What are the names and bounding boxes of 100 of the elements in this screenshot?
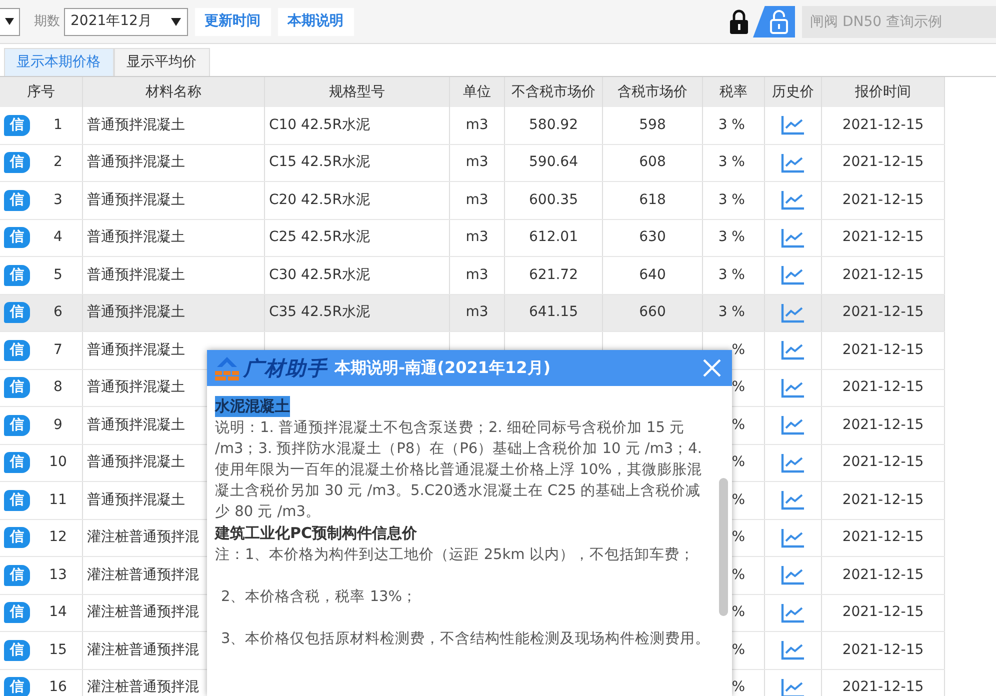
row-number: 5 (52, 266, 64, 285)
info-badge[interactable]: 信 (4, 414, 30, 436)
row-number: 4 (52, 228, 64, 248)
material-name: 普通预拌混凝土 (87, 228, 185, 248)
info-badge[interactable]: 信 (4, 452, 30, 474)
table-cell-text: 618 (639, 190, 666, 210)
table-row[interactable]: 信 2 普通预拌混凝土 C15 42.5R水泥 m3 590.64 608 3 % 2021-12-15 (0, 144, 945, 182)
scrollbar-thumb[interactable] (719, 478, 728, 616)
table-cell-text: % (732, 340, 745, 360)
table-cell-text: m3 (466, 116, 488, 135)
toolbar-button[interactable]: 更新时间 (194, 8, 270, 36)
row-number: 13 (48, 566, 68, 585)
chart-icon[interactable] (781, 602, 805, 623)
column-header: 单位 (450, 77, 505, 107)
chart-icon[interactable] (781, 415, 805, 436)
material-name: 普通预拌混凝土 (87, 490, 185, 510)
table-cell-text: 3 % (718, 190, 745, 210)
table-row[interactable]: 信 6 普通预拌混凝土 C35 42.5R水泥 m3 641.15 660 3 % 2021-12-15 (0, 294, 945, 332)
table-cell-text: 3 % (718, 303, 745, 322)
tab[interactable]: 显示平均价 (114, 48, 210, 76)
chart-icon[interactable] (781, 640, 805, 660)
caret-icon (170, 18, 180, 26)
chart-icon[interactable] (781, 302, 805, 323)
material-name: 普通预拌混凝土 (87, 416, 185, 435)
chart-icon[interactable] (781, 228, 805, 248)
chart-icon[interactable] (781, 190, 805, 210)
row-number: 15 (48, 640, 68, 660)
chart-icon[interactable] (781, 678, 805, 696)
table-cell-text: % (732, 416, 745, 435)
info-badge[interactable]: 信 (4, 264, 30, 286)
info-badge[interactable]: 信 (4, 227, 30, 248)
dropdown[interactable] (0, 8, 20, 36)
column-header: 历史价 (765, 77, 822, 107)
row-number: 6 (52, 303, 64, 322)
info-badge[interactable]: 信 (4, 152, 30, 174)
period-label: 期数 (34, 12, 60, 31)
info-badge[interactable]: 信 (4, 340, 30, 361)
table-cell-text: 2021-12-15 (842, 266, 924, 285)
chart-icon[interactable] (781, 152, 805, 173)
section-heading: 建筑工业化PC预制构件信息价 (215, 523, 418, 544)
info-badge[interactable]: 信 (4, 190, 30, 211)
period-select[interactable]: 2021年12月 (64, 8, 188, 36)
info-badge[interactable]: 信 (4, 564, 30, 586)
info-badge[interactable]: 信 (4, 302, 30, 324)
chart-icon[interactable] (781, 565, 805, 586)
paragraph: 2、本价格含税，税率 13%； (220, 588, 418, 607)
table-cell-text: 2021-12-15 (842, 490, 924, 510)
chart-icon[interactable] (781, 265, 805, 286)
caret-icon (5, 18, 14, 25)
table-row[interactable]: 信 1 普通预拌混凝土 C10 42.5R水泥 m3 580.92 598 3 % 2021-12-15 (0, 107, 945, 144)
table-cell-text: 630 (639, 228, 666, 248)
unlock-icon (769, 10, 789, 34)
chart-icon[interactable] (781, 340, 805, 360)
table-cell-text: % (732, 453, 745, 472)
table-cell-text: 3 % (718, 116, 745, 135)
table-cell-text: 2021-12-15 (842, 228, 924, 248)
spec-text: C10 42.5R水泥 (269, 116, 370, 135)
table-cell-text: 621.72 (529, 266, 578, 285)
table-cell-text: 2021-12-15 (842, 678, 924, 696)
info-badge[interactable]: 信 (4, 640, 30, 661)
table-cell-text: 2021-12-15 (842, 153, 924, 172)
table-row[interactable]: 信 3 普通预拌混凝土 C20 42.5R水泥 m3 600.35 618 3 % 2021-12-15 (0, 182, 945, 220)
table-cell-text: 600.35 (529, 190, 578, 210)
section-heading: 水泥混凝土 (215, 396, 290, 417)
row-number: 8 (52, 378, 64, 398)
chart-icon[interactable] (781, 378, 805, 398)
chart-icon[interactable] (781, 115, 805, 136)
close-icon[interactable] (702, 358, 722, 378)
material-name: 灌注桩普通预拌混 (87, 603, 199, 622)
toolbar-button[interactable]: 本期说明 (278, 8, 354, 36)
row-number: 3 (52, 190, 64, 210)
tab[interactable]: 显示本期价格 (4, 48, 114, 76)
material-name: 灌注桩普通预拌混 (87, 678, 199, 696)
table-cell-text: % (732, 603, 745, 622)
table-cell-text: 590.64 (529, 153, 578, 172)
table-cell-text: 640 (639, 266, 666, 285)
table-cell-text: % (732, 566, 745, 585)
lock-icon[interactable] (728, 8, 750, 34)
chart-icon[interactable] (781, 452, 805, 473)
info-badge[interactable]: 信 (4, 527, 30, 548)
chart-icon[interactable] (781, 528, 805, 548)
table-cell-text: 3 % (718, 153, 745, 172)
info-badge[interactable]: 信 (4, 677, 30, 696)
material-name: 普通预拌混凝土 (87, 340, 185, 360)
material-name: 普通预拌混凝土 (87, 303, 185, 322)
table-cell-text: % (732, 640, 745, 660)
table-cell-text: 580.92 (529, 116, 578, 135)
info-badge[interactable]: 信 (4, 602, 30, 624)
info-badge[interactable]: 信 (4, 490, 30, 511)
column-header: 序号 (0, 77, 83, 107)
material-name: 灌注桩普通预拌混 (87, 566, 199, 585)
search-field[interactable]: 闸阀 DN50 查询示例 (802, 6, 996, 38)
info-badge[interactable]: 信 (4, 114, 30, 136)
table-cell-text: 2021-12-15 (842, 340, 924, 360)
row-number: 10 (48, 453, 68, 472)
info-badge[interactable]: 信 (4, 377, 30, 398)
table-cell-text: 2021-12-15 (842, 378, 924, 398)
table-row[interactable]: 信 4 普通预拌混凝土 C25 42.5R水泥 m3 612.01 630 3 % 2021-12-15 (0, 220, 945, 257)
table-cell-text: 660 (639, 303, 666, 322)
chart-icon[interactable] (781, 490, 805, 510)
